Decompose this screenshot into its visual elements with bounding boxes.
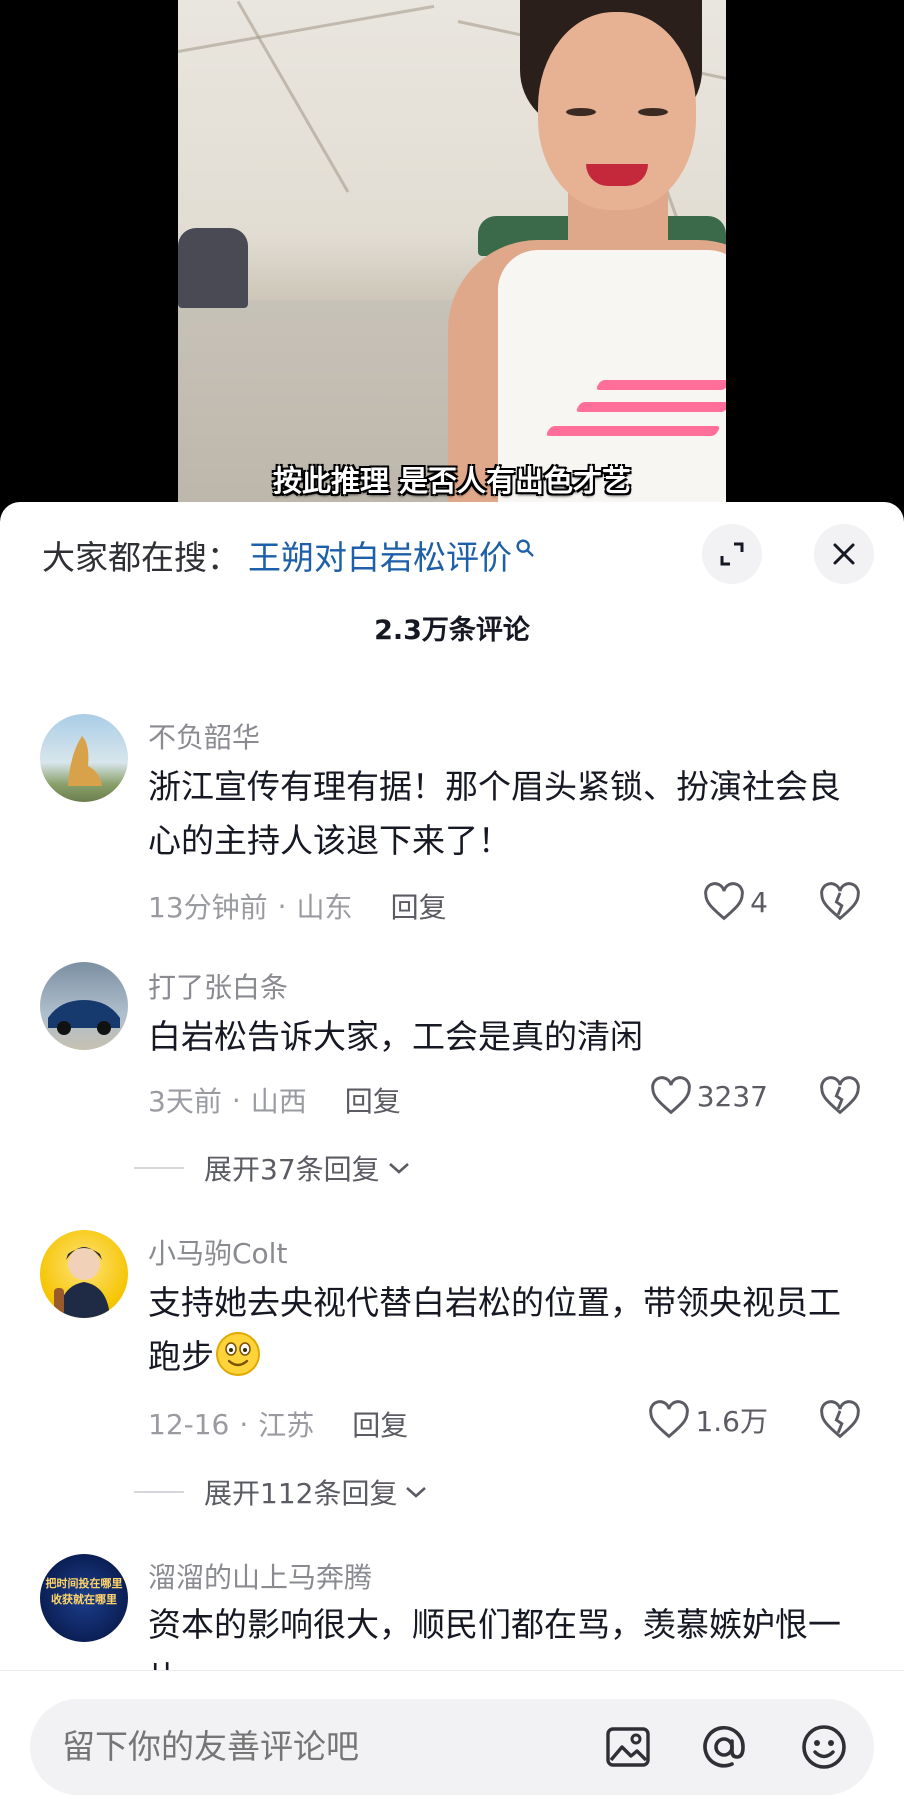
comment-input-bar — [0, 1670, 904, 1818]
at-icon — [703, 1725, 745, 1768]
comment-time: 12-16 — [148, 1407, 230, 1441]
comment-time: 13分钟前 — [148, 891, 268, 924]
avatar-text: 收获就在哪里 — [51, 1593, 117, 1606]
dislike-button[interactable] — [818, 1076, 862, 1120]
like-count: 3237 — [696, 1079, 768, 1113]
comment-meta: 12-16 · 江苏 回复 — [148, 1404, 408, 1444]
close-button[interactable] — [814, 524, 874, 584]
image-button[interactable] — [600, 1719, 656, 1775]
avatar[interactable]: 把时间投在哪里 收获就在哪里 — [40, 1554, 128, 1642]
dislike-button[interactable] — [818, 1400, 862, 1444]
comment-username[interactable]: 小马驹Colt — [148, 1232, 287, 1272]
heart-icon — [649, 1400, 690, 1439]
avatar[interactable] — [40, 962, 128, 1050]
like-count: 1.6万 — [695, 1405, 768, 1438]
mention-button[interactable] — [696, 1719, 752, 1775]
comment-input[interactable] — [62, 1727, 582, 1766]
comment-input-container[interactable] — [30, 1699, 874, 1795]
comment-username[interactable]: 打了张白条 — [148, 966, 288, 1006]
comment-meta: 13分钟前 · 山东 回复 — [148, 886, 447, 926]
comment-username[interactable]: 不负韶华 — [148, 716, 260, 756]
comment-location: 山东 — [296, 891, 353, 924]
heart-icon — [704, 882, 744, 921]
comment-time: 3天前 — [148, 1085, 222, 1118]
comment-text: 浙江宣传有理有据！那个眉头紧锁、扮演社会良心的主持人该退下来了！ — [148, 767, 841, 860]
chevron-down-icon — [406, 1487, 427, 1498]
like-count: 4 — [750, 885, 768, 919]
like-button[interactable]: 1.6万 — [647, 1400, 768, 1440]
like-button[interactable]: 3237 — [649, 1076, 768, 1116]
dislike-button[interactable] — [818, 882, 862, 926]
close-icon — [833, 543, 855, 565]
trending-search-link[interactable]: 王朔对白岩松评价 — [248, 531, 512, 579]
comment-location: 江苏 — [258, 1409, 315, 1442]
trending-search[interactable]: 大家都在搜： 王朔对白岩松评价 — [42, 530, 536, 580]
trending-search-label: 大家都在搜： — [42, 538, 240, 577]
broken-heart-icon — [820, 1400, 860, 1439]
grinning-emoji-icon — [216, 1332, 260, 1376]
heart-icon — [650, 1076, 691, 1115]
avatar-text: 把时间投在哪里 — [45, 1577, 123, 1590]
broken-heart-icon — [820, 882, 860, 921]
comment-panel: 大家都在搜： 王朔对白岩松评价 2.3万条评论 不负韶华 浙江宣传有理有据！那个… — [0, 502, 904, 1818]
comment-meta: 3天前 · 山西 回复 — [148, 1080, 401, 1120]
expand-replies-label: 展开112条回复 — [204, 1477, 398, 1510]
expand-replies-button[interactable]: 展开112条回复 — [134, 1472, 429, 1512]
reply-button[interactable]: 回复 — [345, 1080, 401, 1120]
avatar[interactable] — [40, 1230, 128, 1318]
reply-button[interactable]: 回复 — [391, 886, 447, 926]
expand-replies-button[interactable]: 展开37条回复 — [134, 1148, 412, 1188]
expand-replies-label: 展开37条回复 — [204, 1153, 380, 1186]
comment-count: 2.3万条评论 — [374, 615, 530, 646]
video-caption: 按此推理 是否人有出色才艺 — [272, 464, 632, 498]
broken-heart-icon — [820, 1076, 860, 1115]
avatar[interactable] — [40, 714, 128, 802]
comment-location: 山西 — [250, 1085, 307, 1118]
emoji-icon — [802, 1725, 846, 1769]
comment-text: 支持她去央视代替白岩松的位置，带领央视员工跑步 — [148, 1276, 864, 1384]
comment-text: 白岩松告诉大家，工会是真的清闲 — [148, 1017, 643, 1056]
expand-icon — [720, 542, 744, 566]
search-icon — [516, 539, 534, 557]
video-frame — [178, 0, 726, 520]
comment-username[interactable]: 溜溜的山上马奔腾 — [148, 1556, 372, 1596]
like-button[interactable]: 4 — [702, 882, 768, 922]
chevron-down-icon — [388, 1163, 409, 1174]
emoji-button[interactable] — [796, 1719, 852, 1775]
expand-button[interactable] — [702, 524, 762, 584]
reply-button[interactable]: 回复 — [352, 1404, 408, 1444]
video-player[interactable]: 按此推理 是否人有出色才艺 — [0, 0, 904, 520]
image-icon — [606, 1727, 650, 1767]
